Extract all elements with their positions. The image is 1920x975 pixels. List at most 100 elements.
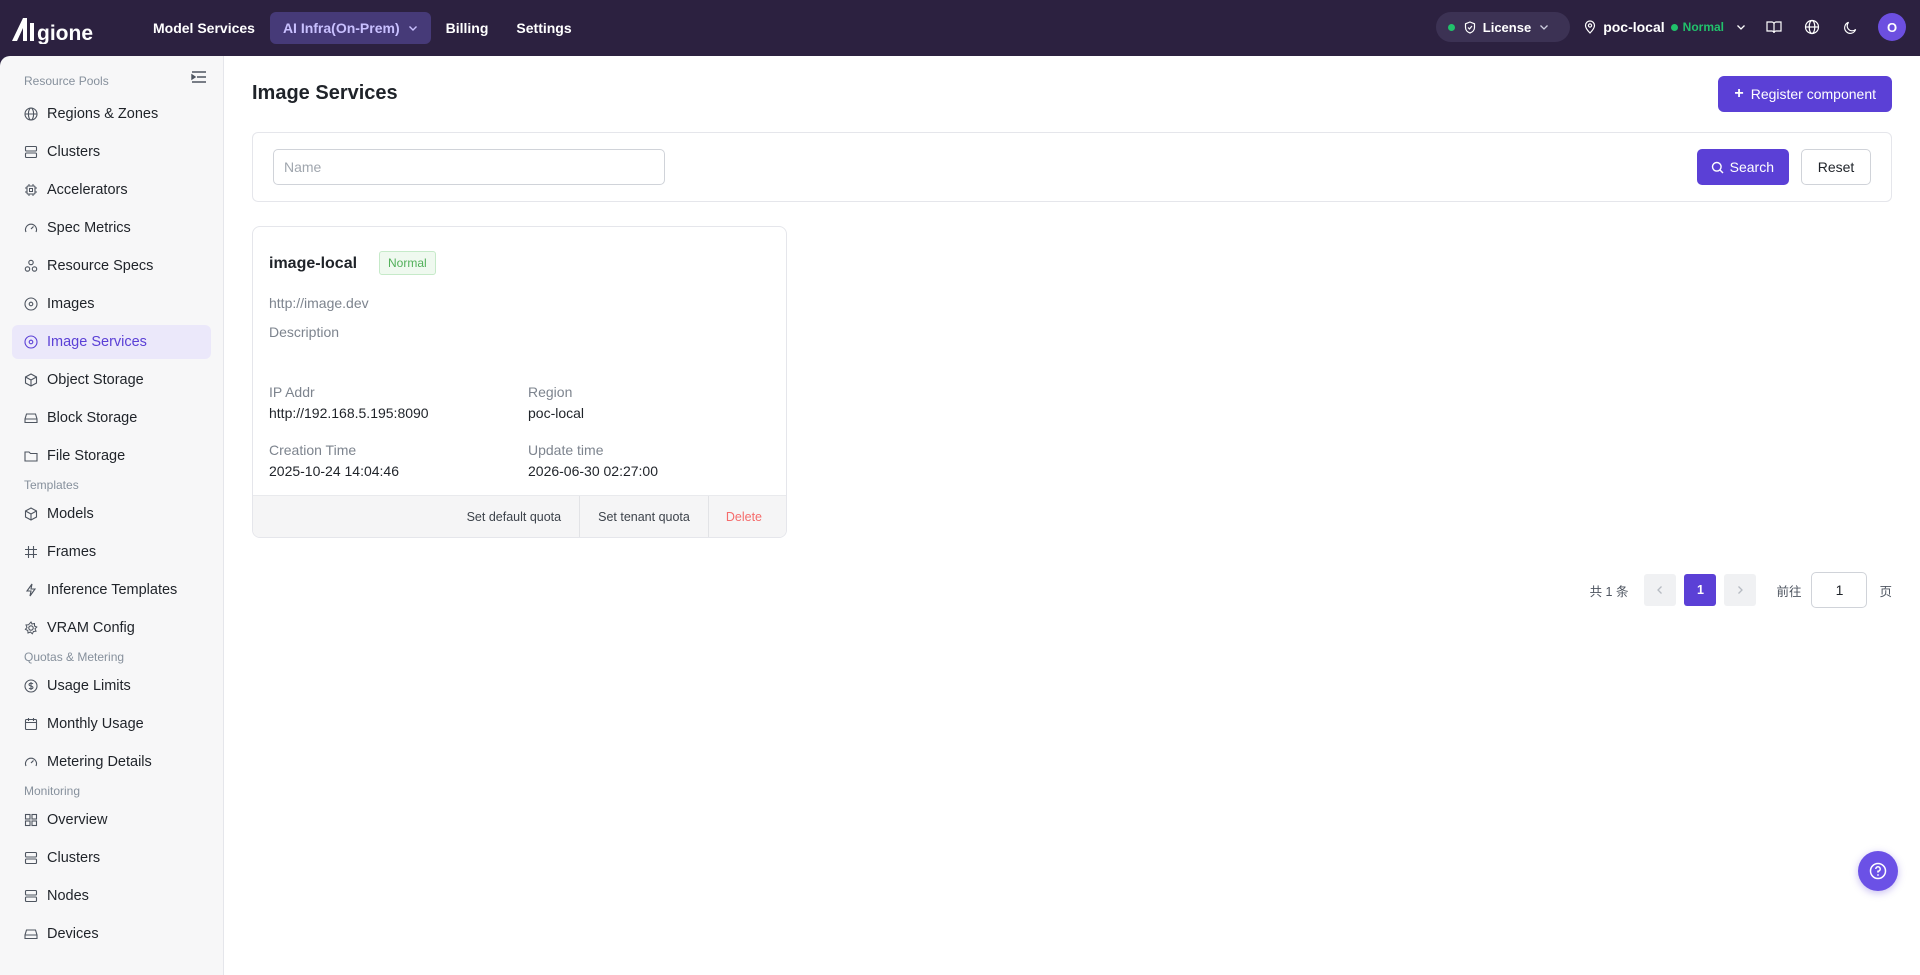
menu-collapse-icon[interactable] xyxy=(191,70,207,84)
moon-icon[interactable] xyxy=(1840,17,1860,37)
card-title: image-local xyxy=(269,255,358,272)
set-default-quota-button[interactable]: Set default quota xyxy=(449,496,580,538)
region-name: poc-local xyxy=(1603,19,1665,35)
region-selector[interactable]: poc-local Normal xyxy=(1584,19,1746,35)
plus-icon: + xyxy=(1734,85,1744,102)
globe-icon xyxy=(24,107,38,121)
sidebar-item-label: Images xyxy=(47,296,95,312)
status-badge: Normal xyxy=(379,251,436,275)
nav-label: Settings xyxy=(516,20,572,36)
sidebar-list: Resource Pools Regions & Zones Clusters Acc… xyxy=(0,56,223,951)
cube-icon xyxy=(24,373,38,387)
update-time-label: Update time xyxy=(528,442,604,458)
sidebar-group-label: Quotas & Metering xyxy=(24,650,125,664)
region-label: Region xyxy=(528,384,573,400)
region-status-label: Normal xyxy=(1682,20,1724,34)
globe-icon[interactable] xyxy=(1802,17,1822,37)
image-service-card: image-local Normal http://image.dev Desc… xyxy=(252,226,787,538)
sidebar-item-file-storage[interactable]: File Storage xyxy=(12,439,211,473)
sidebar-item-label: Models xyxy=(47,506,94,522)
disc-icon xyxy=(24,335,38,349)
sidebar-item-spec-metrics[interactable]: Spec Metrics xyxy=(12,211,211,245)
sidebar-item-label: Monthly Usage xyxy=(47,716,144,732)
docs-icon[interactable] xyxy=(1764,17,1784,37)
sidebar-item-label: Object Storage xyxy=(47,372,144,388)
sidebar-item-nodes[interactable]: Nodes xyxy=(12,879,211,913)
main-nav: Model Services AI Infra(On-Prem) Billing… xyxy=(140,12,587,44)
sidebar-item-metering-details[interactable]: Metering Details xyxy=(12,745,211,779)
license-label: License xyxy=(1482,19,1532,35)
register-label: Register component xyxy=(1750,86,1876,102)
bolt-icon xyxy=(25,583,37,597)
server-icon xyxy=(24,889,38,903)
goto-label: 前往 xyxy=(1776,584,1802,599)
main-content: Image Services + Register component Sear… xyxy=(224,56,1920,975)
sidebar-group-label: Resource Pools xyxy=(24,74,109,88)
sidebar-item-usage-limits[interactable]: Usage Limits xyxy=(12,669,211,703)
gauge-icon xyxy=(24,223,38,233)
page-number-button[interactable]: 1 xyxy=(1684,574,1717,606)
nav-billing[interactable]: Billing xyxy=(433,12,502,44)
shield-icon xyxy=(1464,20,1475,34)
search-icon xyxy=(1711,161,1724,173)
cube-icon xyxy=(24,507,38,521)
sidebar-item-label: Overview xyxy=(47,812,108,828)
license-button[interactable]: License xyxy=(1435,12,1571,42)
sidebar-group-label: Monitoring xyxy=(24,784,81,798)
sidebar-item-accelerators[interactable]: Accelerators xyxy=(12,173,211,207)
sidebar-item-label: Inference Templates xyxy=(47,582,178,598)
sidebar-item-label: Resource Specs xyxy=(47,258,154,274)
filter-panel: Search Reset xyxy=(252,132,1892,202)
nav-ai-infra[interactable]: AI Infra(On-Prem) xyxy=(269,12,431,44)
pagination-total: 共 1 条 xyxy=(1589,584,1629,599)
set-tenant-quota-button[interactable]: Set tenant quota xyxy=(579,495,708,537)
register-component-button[interactable]: + Register component xyxy=(1718,76,1892,112)
sidebar-item-frames[interactable]: Frames xyxy=(12,535,211,569)
avatar[interactable]: O xyxy=(1878,13,1906,41)
sidebar-item-label: File Storage xyxy=(47,448,126,464)
help-icon xyxy=(1869,862,1887,880)
next-page-button[interactable] xyxy=(1724,574,1757,606)
goto-unit-label: 页 xyxy=(1879,584,1892,599)
sidebar-item-monthly-usage[interactable]: Monthly Usage xyxy=(12,707,211,741)
grid-icon xyxy=(24,813,38,827)
sidebar-item-label: Metering Details xyxy=(47,754,152,770)
sidebar-item-label: Clusters xyxy=(47,144,101,160)
help-button[interactable] xyxy=(1858,851,1898,891)
sidebar-item-label: Clusters xyxy=(47,850,101,866)
sidebar-item-vram-config[interactable]: VRAM Config xyxy=(12,611,211,645)
name-search-input[interactable] xyxy=(273,149,665,185)
sidebar-item-regions-zones[interactable]: Regions & Zones xyxy=(12,97,211,131)
delete-button[interactable]: Delete xyxy=(707,495,786,537)
sidebar-item-overview[interactable]: Overview xyxy=(12,803,211,837)
brand-logo[interactable]: gione xyxy=(10,14,115,44)
search-button[interactable]: Search xyxy=(1696,149,1789,185)
sidebar-item-label: VRAM Config xyxy=(47,620,135,636)
sidebar-item-inference-templates[interactable]: Inference Templates xyxy=(12,573,211,607)
gauge-icon xyxy=(24,757,38,767)
nav-settings[interactable]: Settings xyxy=(503,12,584,44)
reset-button[interactable]: Reset xyxy=(1801,149,1871,185)
sidebar-item-block-storage[interactable]: Block Storage xyxy=(12,401,211,435)
goto-page-input[interactable] xyxy=(1811,572,1868,608)
sidebar-item-clusters[interactable]: Clusters xyxy=(12,135,211,169)
coin-icon xyxy=(24,679,38,693)
sidebar-item-label: Spec Metrics xyxy=(47,220,131,236)
sidebar-item-image-services[interactable]: Image Services xyxy=(12,325,211,359)
prev-page-button[interactable] xyxy=(1644,574,1677,606)
chip-icon xyxy=(25,184,37,196)
sidebar-item-models[interactable]: Models xyxy=(12,497,211,531)
creation-time-value: 2025-10-24 14:04:46 xyxy=(269,463,399,479)
sidebar-item-label: Block Storage xyxy=(47,410,138,426)
sidebar-item-devices[interactable]: Devices xyxy=(12,917,211,951)
sidebar-item-clusters[interactable]: Clusters xyxy=(12,841,211,875)
sidebar-item-images[interactable]: Images xyxy=(12,287,211,321)
page-title: Image Services xyxy=(252,82,398,104)
sidebar-item-object-storage[interactable]: Object Storage xyxy=(12,363,211,397)
gear-icon xyxy=(24,621,38,635)
chevron-down-icon xyxy=(1540,25,1549,30)
sidebar-item-resource-specs[interactable]: Resource Specs xyxy=(12,249,211,283)
update-time-value: 2026-06-30 02:27:00 xyxy=(528,463,658,479)
creation-time-label: Creation Time xyxy=(269,442,357,458)
nav-model-services[interactable]: Model Services xyxy=(140,12,268,44)
